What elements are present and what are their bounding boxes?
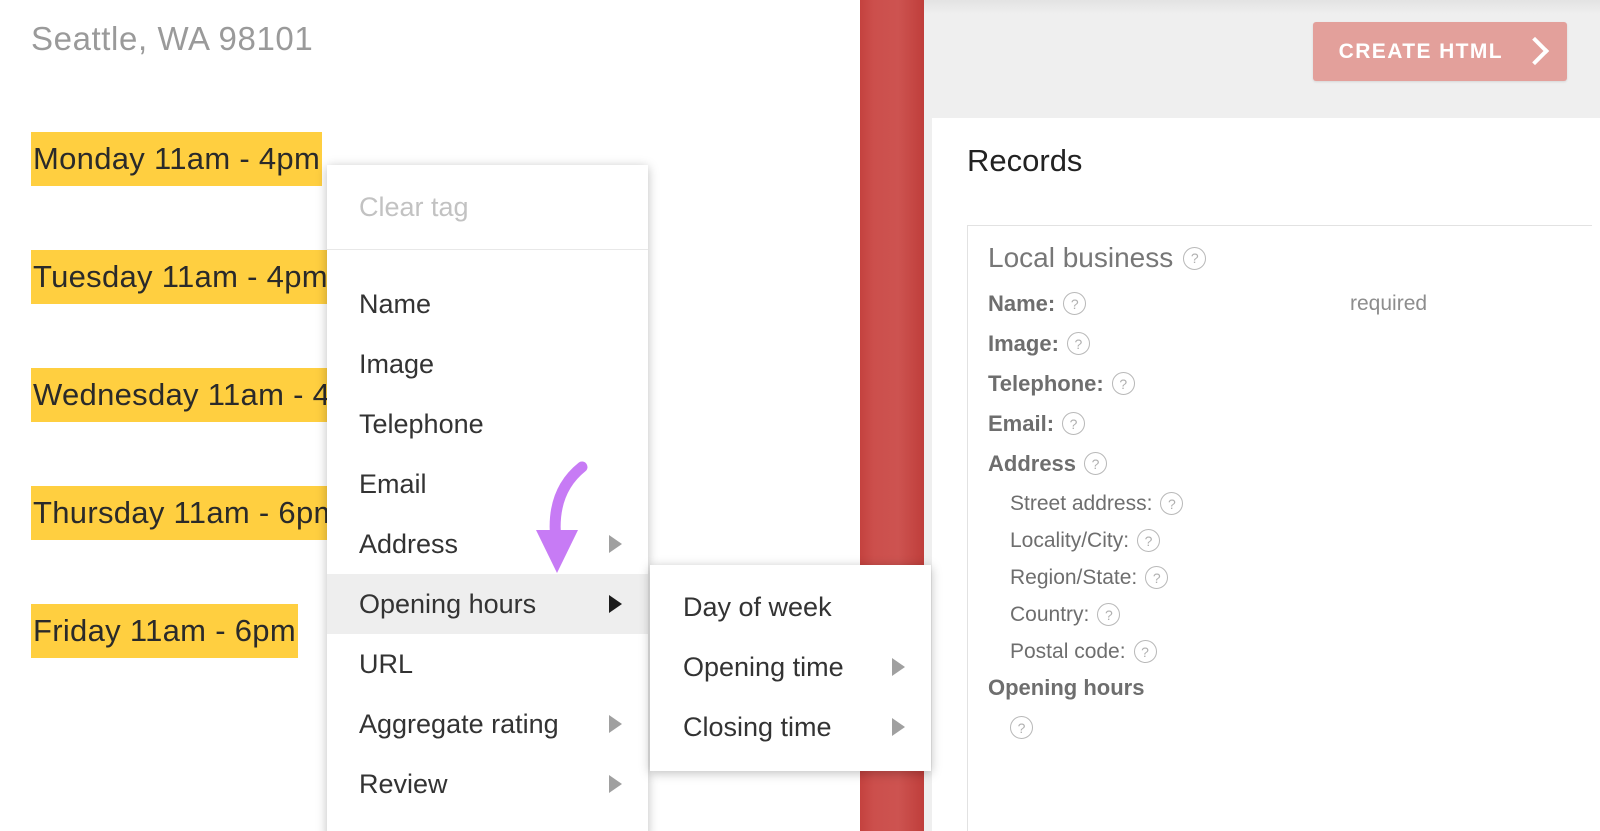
help-circle-icon[interactable]: ?: [1063, 292, 1087, 315]
chevron-right-icon: [892, 658, 905, 676]
record-field-country[interactable]: Country: ?: [1010, 603, 1592, 626]
record-type-label: Local business: [988, 242, 1174, 273]
menu-item-email[interactable]: Email: [327, 454, 648, 514]
record-box: Local business ? Name: ? required Image:…: [967, 225, 1592, 831]
help-circle-icon[interactable]: ?: [1084, 452, 1108, 475]
chevron-right-icon: [892, 718, 905, 736]
menu-item-clear-tag[interactable]: Clear tag: [327, 165, 648, 250]
tag-context-menu[interactable]: Clear tag Name Image Telephone Email Add…: [327, 165, 648, 831]
create-html-button-label: CREATE HTML: [1338, 39, 1503, 63]
app-header: CREATE HTML: [924, 0, 1600, 118]
help-circle-icon[interactable]: ?: [1062, 412, 1086, 435]
record-field-label: Telephone:: [988, 370, 1104, 396]
opening-hours-submenu[interactable]: Day of week Opening time Closing time: [650, 565, 931, 771]
menu-item-telephone[interactable]: Telephone: [327, 394, 648, 454]
record-field-label: Address: [988, 450, 1077, 476]
menu-item-label: Opening hours: [359, 588, 537, 619]
record-field-opening-hours-child[interactable]: ?: [1010, 716, 1592, 739]
help-circle-icon[interactable]: ?: [1010, 716, 1033, 739]
menu-spacer-bottom: [327, 814, 648, 831]
record-field-label: Country:: [1010, 603, 1090, 626]
create-html-button[interactable]: CREATE HTML: [1312, 22, 1567, 81]
help-circle-icon[interactable]: ?: [1145, 566, 1169, 589]
menu-item-review[interactable]: Review: [327, 754, 648, 814]
chevron-right-icon: [609, 535, 622, 553]
help-circle-icon[interactable]: ?: [1137, 529, 1161, 552]
tagged-text-highlight[interactable]: Friday 11am - 6pm: [31, 604, 298, 658]
record-field-locality[interactable]: Locality/City: ?: [1010, 529, 1592, 552]
record-type-heading: Local business ?: [988, 242, 1592, 274]
help-circle-icon[interactable]: ?: [1097, 603, 1121, 626]
record-fields-container: Local business ? Name: ? required Image:…: [988, 242, 1592, 753]
tagged-text-highlight[interactable]: Monday 11am - 4pm: [31, 132, 323, 186]
record-field-region[interactable]: Region/State: ?: [1010, 566, 1592, 589]
record-field-label: Street address:: [1010, 492, 1153, 515]
chevron-right-icon: [1520, 36, 1550, 65]
chevron-right-icon: [609, 595, 622, 613]
menu-item-label: Opening time: [683, 651, 844, 682]
menu-item-label: Name: [359, 288, 432, 319]
record-field-label: Opening hours: [988, 675, 1145, 700]
record-field-street-address[interactable]: Street address: ?: [1010, 492, 1592, 515]
help-circle-icon[interactable]: ?: [1111, 372, 1135, 395]
tagged-text-highlight[interactable]: Thursday 11am - 6pm: [31, 486, 342, 540]
records-card: Records Local business ? Name: ? require…: [932, 118, 1600, 831]
menu-item-label: Review: [359, 768, 448, 799]
menu-item-address[interactable]: Address: [327, 514, 648, 574]
help-circle-icon[interactable]: ?: [1066, 332, 1090, 355]
record-field-name[interactable]: Name: ? required: [988, 292, 1592, 315]
record-field-label: Name:: [988, 290, 1056, 316]
record-field-label: Image:: [988, 330, 1059, 356]
document-address-line: Seattle, WA 98101: [31, 20, 314, 57]
menu-item-label: Clear tag: [359, 191, 469, 222]
menu-item-aggregate-rating[interactable]: Aggregate rating: [327, 694, 648, 754]
record-field-label: Email:: [988, 410, 1055, 436]
submenu-item-opening-time[interactable]: Opening time: [650, 637, 931, 697]
menu-item-name[interactable]: Name: [327, 274, 648, 334]
menu-spacer-top: [327, 250, 648, 274]
screen-root: Seattle, WA 98101 Monday 11am - 4pm Tues…: [0, 0, 1600, 831]
help-circle-icon[interactable]: ?: [1133, 640, 1157, 663]
app-pane: CREATE HTML Records Local business ? Nam…: [924, 0, 1600, 831]
tagged-text-highlight[interactable]: Tuesday 11am - 4pm: [31, 250, 330, 304]
record-field-opening-hours[interactable]: Opening hours: [988, 677, 1592, 699]
record-field-email[interactable]: Email: ?: [988, 412, 1592, 435]
menu-item-label: Email: [359, 468, 427, 499]
record-field-address[interactable]: Address ?: [988, 452, 1592, 475]
record-field-image[interactable]: Image: ?: [988, 332, 1592, 355]
chevron-right-icon: [609, 715, 622, 733]
record-field-label: Locality/City:: [1010, 529, 1130, 552]
record-field-label: Region/State:: [1010, 566, 1138, 589]
menu-item-label: URL: [359, 648, 414, 679]
tagged-text-highlight[interactable]: Wednesday 11am - 4pm: [31, 368, 376, 422]
submenu-item-day-of-week[interactable]: Day of week: [650, 577, 931, 637]
menu-item-label: Address: [359, 528, 459, 559]
menu-item-label: Image: [359, 348, 435, 379]
help-circle-icon[interactable]: ?: [1183, 246, 1207, 270]
record-field-label: Postal code:: [1010, 640, 1126, 663]
menu-item-image[interactable]: Image: [327, 334, 648, 394]
submenu-item-closing-time[interactable]: Closing time: [650, 697, 931, 757]
menu-item-label: Telephone: [359, 408, 484, 439]
menu-item-label: Closing time: [683, 711, 832, 742]
chevron-right-icon: [609, 775, 622, 793]
menu-item-label: Day of week: [683, 591, 832, 622]
menu-item-url[interactable]: URL: [327, 634, 648, 694]
menu-item-label: Aggregate rating: [359, 708, 559, 739]
page-title: Records: [967, 143, 1083, 178]
status-badge: required: [1350, 292, 1428, 315]
menu-item-opening-hours[interactable]: Opening hours: [327, 574, 648, 634]
record-field-telephone[interactable]: Telephone: ?: [988, 372, 1592, 395]
record-field-postal-code[interactable]: Postal code: ?: [1010, 640, 1592, 663]
help-circle-icon[interactable]: ?: [1160, 492, 1184, 515]
